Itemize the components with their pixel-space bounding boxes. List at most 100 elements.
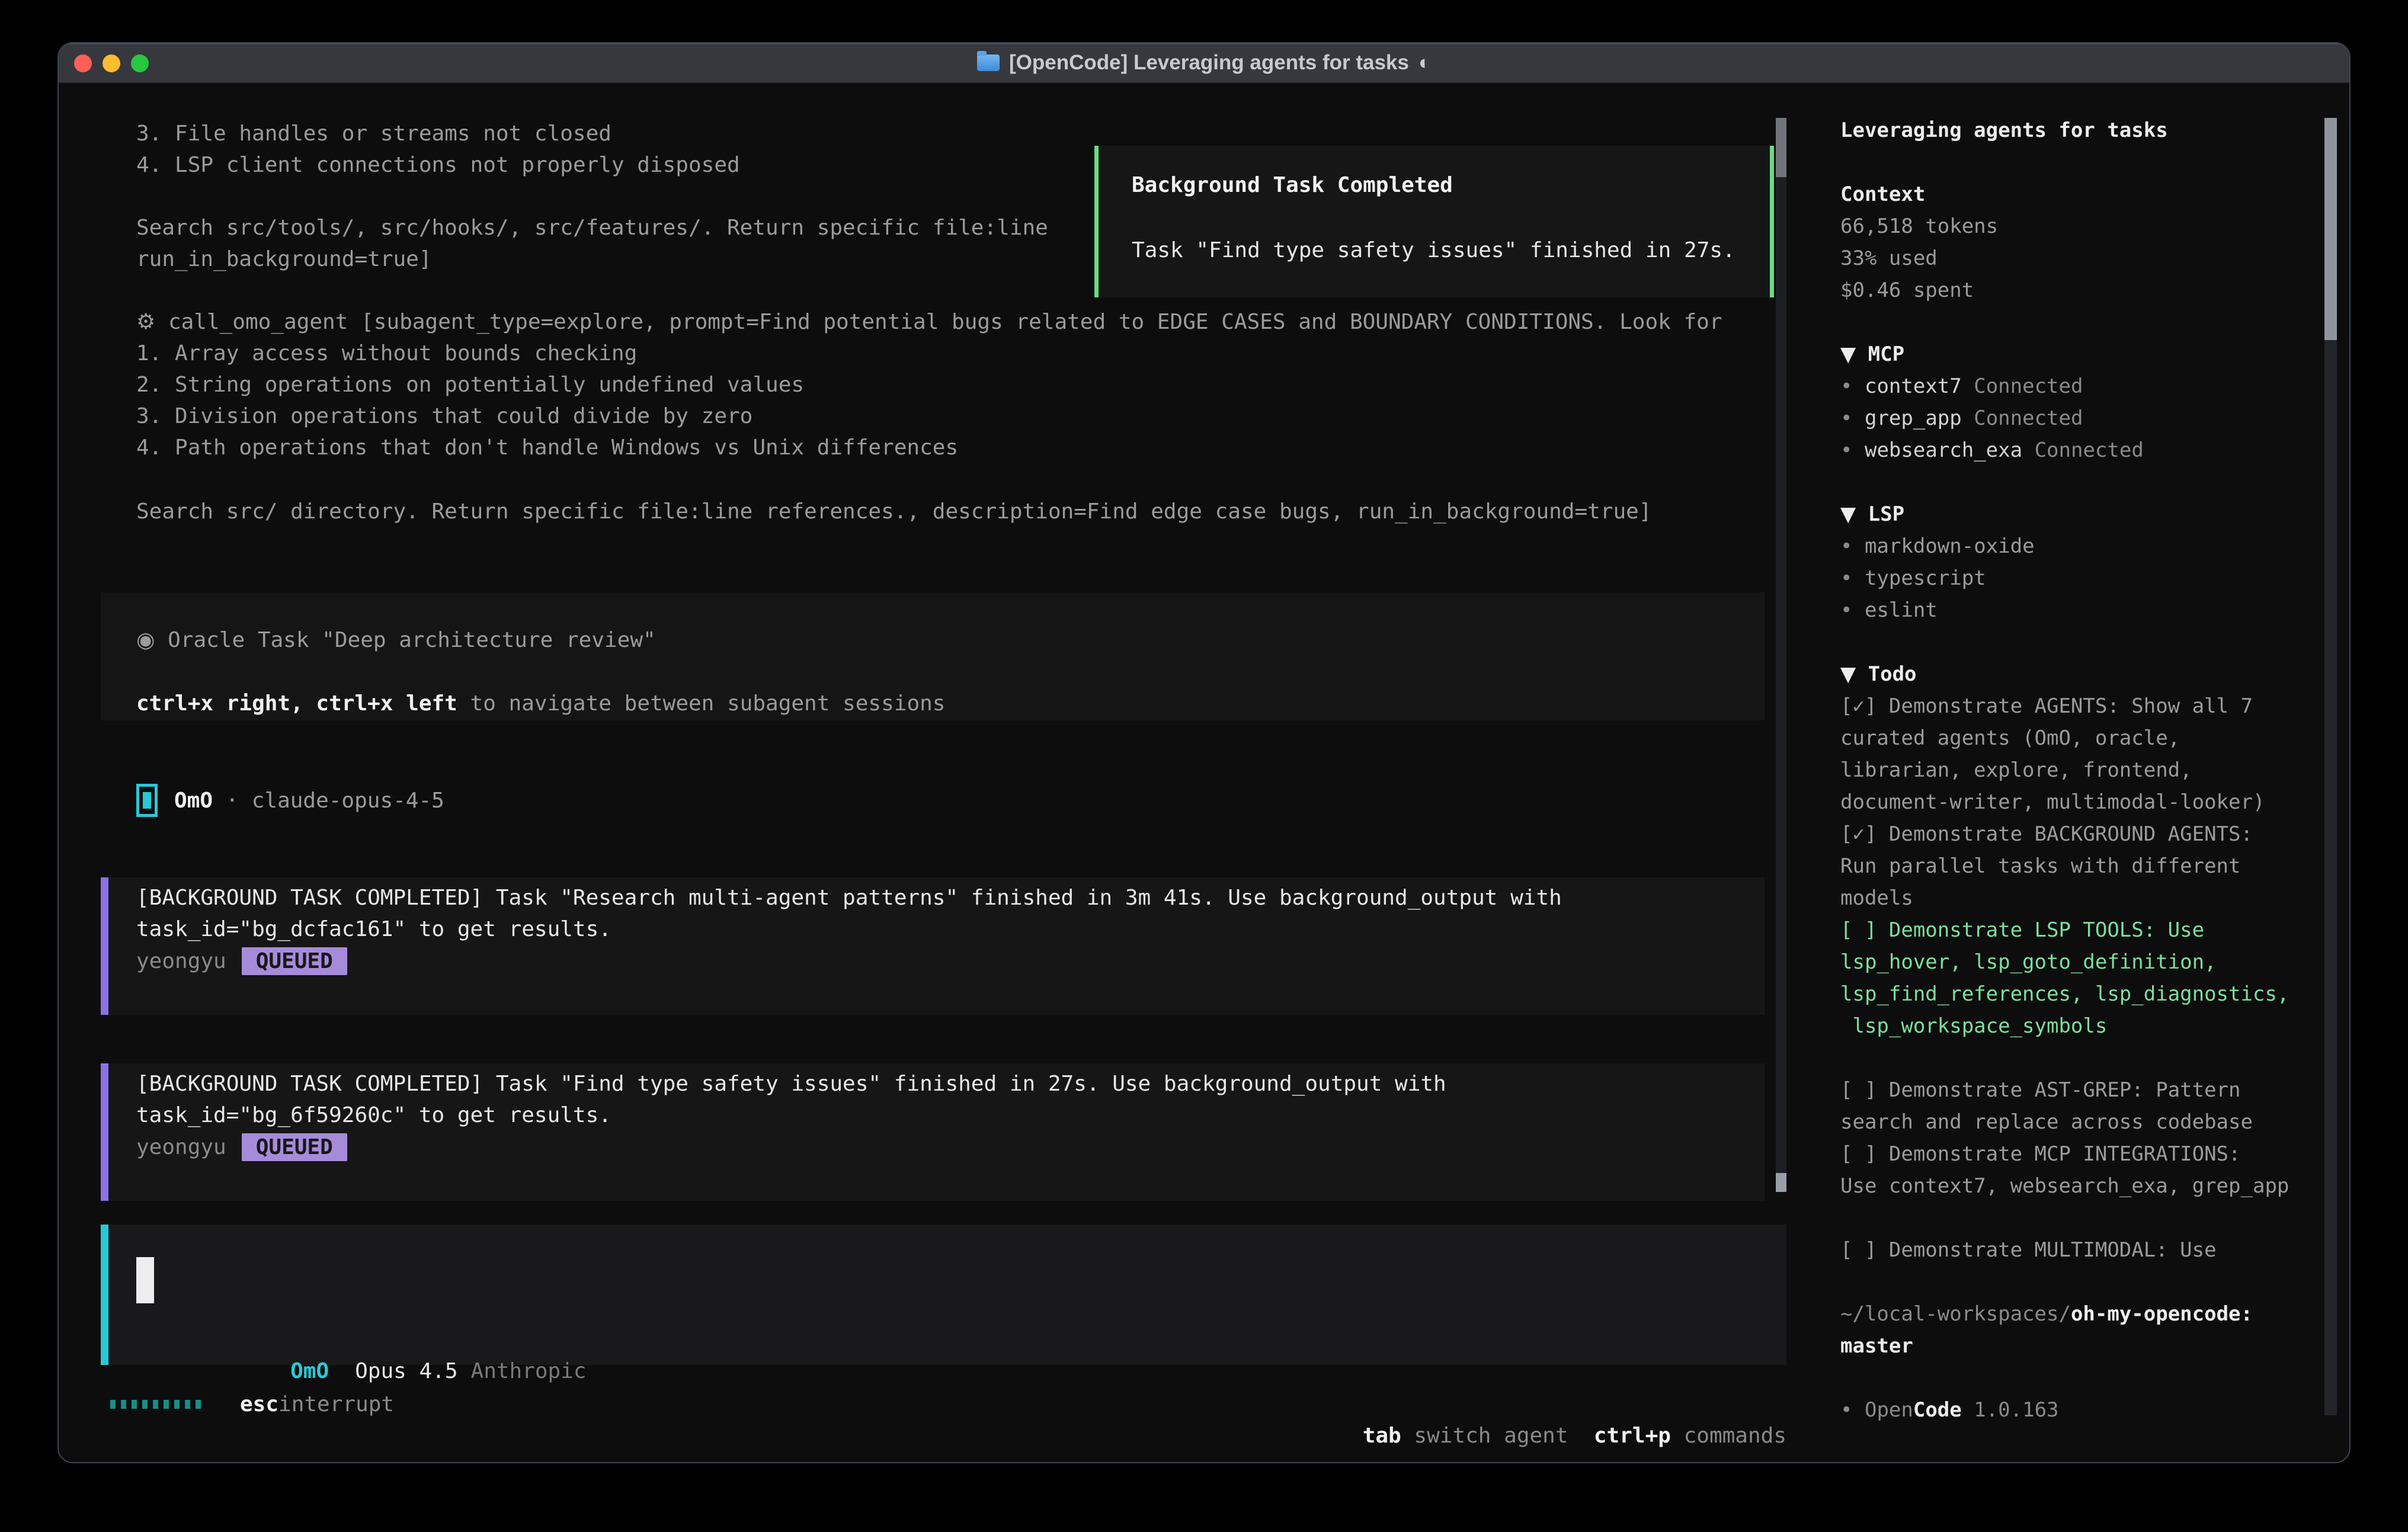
window-title-group: [OpenCode] Leveraging agents for tasks ◐	[977, 51, 1431, 75]
bullet-icon: •	[1840, 566, 1852, 590]
message-line: [BACKGROUND TASK COMPLETED] Task "Find t…	[136, 1068, 1765, 1100]
agent-model: claude-opus-4-5	[252, 789, 444, 813]
message-line: [BACKGROUND TASK COMPLETED] Task "Resear…	[136, 882, 1765, 914]
mcp-item-name: grep_app	[1865, 406, 1962, 430]
folder-icon	[977, 55, 1000, 71]
workspace-path-dim: ~/local-workspaces/	[1840, 1302, 2071, 1326]
todo-line: [ ] Demonstrate MULTIMODAL: Use	[1840, 1234, 2284, 1266]
context-used: 33% used	[1840, 242, 2284, 274]
toast-title: Background Task Completed	[1132, 169, 1753, 201]
footer-model-name: Opus 4.5	[355, 1359, 457, 1383]
footer-agent-name: OmO	[290, 1359, 329, 1383]
gear-icon: ⚙	[136, 310, 155, 334]
transcript-line: 4. LSP client connections not properly d…	[136, 149, 740, 181]
main-scrollbar-thumb[interactable]	[1776, 118, 1786, 177]
workspace-path: ~/local-workspaces/oh-my-opencode:	[1840, 1298, 2284, 1330]
context-heading: Context	[1840, 178, 2284, 210]
bullet-icon: •	[1840, 374, 1852, 398]
session-sidebar: Leveraging agents for tasks Context 66,5…	[1815, 84, 2349, 1462]
oracle-hint: ctrl+x right, ctrl+x left to navigate be…	[136, 688, 945, 719]
lsp-heading-label: LSP	[1868, 502, 1904, 526]
chevron-down-icon: ▼	[1840, 342, 1856, 366]
workspace-branch: master	[1840, 1330, 2284, 1362]
bullet-icon: •	[1840, 1398, 1852, 1422]
window-title: [OpenCode] Leveraging agents for tasks	[1009, 51, 1409, 75]
bug-list-item: 4. Path operations that don't handle Win…	[136, 432, 958, 463]
todo-heading-label: Todo	[1868, 662, 1917, 686]
oracle-task-label: ◉ Oracle Task "Deep architecture review"	[136, 624, 656, 656]
bullet-icon: •	[1840, 438, 1852, 462]
status-right: tab switch agent ctrl+p commands	[1209, 1389, 1786, 1420]
minimize-button[interactable]	[103, 55, 120, 72]
status-badge: QUEUED	[242, 947, 347, 975]
mcp-item-name: websearch_exa	[1865, 438, 2022, 462]
mcp-item: • websearch_exa Connected	[1840, 434, 2284, 466]
esc-key-label: interrupt	[278, 1392, 394, 1416]
traffic-lights	[59, 43, 149, 84]
workspace-repo-name: oh-my-opencode:	[2071, 1302, 2253, 1326]
tab-key-hint: tab	[1363, 1424, 1401, 1448]
todo-line: [ ] Demonstrate MCP INTEGRATIONS:	[1840, 1138, 2284, 1170]
todo-line: librarian, explore, frontend,	[1840, 754, 2284, 786]
transcript-line: Search src/ directory. Return specific f…	[136, 496, 1652, 527]
session-indicator-icon: ◐	[1418, 51, 1431, 75]
keybinding-text: ctrl+x right, ctrl+x left	[136, 691, 457, 716]
background-task-toast: Background Task Completed Task "Find typ…	[1094, 146, 1774, 297]
app-name-bold: Code	[1913, 1398, 1962, 1422]
text-cursor	[136, 1257, 154, 1303]
transcript-line: Search src/tools/, src/hooks/, src/featu…	[136, 212, 1048, 243]
todo-section-header[interactable]: ▼ Todo	[1840, 658, 2284, 690]
sidebar-scrollbar[interactable]	[2324, 118, 2337, 1415]
lsp-item-name: typescript	[1865, 566, 1986, 590]
todo-line-active: lsp_hover, lsp_goto_definition,	[1840, 946, 2284, 978]
message-author: yeongyu	[136, 949, 226, 973]
main-scrollbar[interactable]	[1776, 118, 1786, 1192]
hint-gap	[1568, 1424, 1594, 1448]
zoom-button[interactable]	[131, 55, 149, 72]
app-name-dim: Open	[1865, 1398, 1913, 1422]
toast-body: Task "Find type safety issues" finished …	[1132, 235, 1753, 266]
context-tokens: 66,518 tokens	[1840, 210, 2284, 242]
window-body: 3. File handles or streams not closed 4.…	[59, 84, 2349, 1462]
prompt-input[interactable]: OmOOpus 4.5Anthropic	[101, 1225, 1786, 1365]
todo-line: [✓] Demonstrate BACKGROUND AGENTS:	[1840, 818, 2284, 850]
lsp-item: • eslint	[1840, 594, 2284, 626]
bullet-icon: •	[1840, 534, 1852, 558]
bullet-icon: •	[1840, 598, 1852, 622]
bullet-icon: •	[1840, 406, 1852, 430]
footer-provider-name: Anthropic	[471, 1359, 587, 1383]
lsp-item: • markdown-oxide	[1840, 530, 2284, 562]
tab-key-label: switch agent	[1401, 1424, 1568, 1448]
transcript-line: run_in_background=true]	[136, 243, 432, 275]
mcp-item-name: context7	[1865, 374, 1962, 398]
mcp-item-status: Connected	[2035, 438, 2144, 462]
lsp-section-header[interactable]: ▼ LSP	[1840, 498, 2284, 530]
todo-line: models	[1840, 882, 2284, 914]
app-version-number: 1.0.163	[1962, 1398, 2059, 1422]
todo-line: [ ] Demonstrate AST-GREP: Pattern	[1840, 1074, 2284, 1106]
window-titlebar[interactable]: [OpenCode] Leveraging agents for tasks ◐	[59, 43, 2349, 84]
mcp-section-header[interactable]: ▼ MCP	[1840, 338, 2284, 370]
todo-line: document-writer, multimodal-looker)	[1840, 786, 2284, 818]
todo-line: search and replace across codebase	[1840, 1106, 2284, 1138]
todo-line: [✓] Demonstrate AGENTS: Show all 7	[1840, 690, 2284, 722]
status-left: esc interrupt	[110, 1389, 394, 1420]
todo-line: curated agents (OmO, oracle,	[1840, 722, 2284, 754]
version-line: • OpenCode 1.0.163	[1840, 1394, 2284, 1426]
main-scrollbar-thumb-bottom[interactable]	[1776, 1173, 1786, 1192]
mcp-heading-label: MCP	[1868, 342, 1904, 366]
oracle-task-panel: ◉ Oracle Task "Deep architecture review"…	[101, 592, 1765, 720]
background-task-message: [BACKGROUND TASK COMPLETED] Task "Find t…	[101, 1063, 1765, 1201]
chevron-down-icon: ▼	[1840, 502, 1856, 526]
todo-line-active: lsp_find_references, lsp_diagnostics,	[1840, 978, 2284, 1010]
commands-key-hint: ctrl+p	[1594, 1424, 1671, 1448]
input-model-footer: OmOOpus 4.5Anthropic	[136, 1324, 587, 1355]
mcp-item-status: Connected	[1974, 406, 2083, 430]
sidebar-scrollbar-thumb[interactable]	[2324, 118, 2337, 340]
todo-line: Use context7, websearch_exa, grep_app	[1840, 1170, 2284, 1202]
hint-text: to navigate between subagent sessions	[457, 691, 946, 716]
fisheye-icon: ◉	[136, 628, 155, 652]
close-button[interactable]	[74, 55, 92, 72]
status-bar: esc interrupt tab switch agent ctrl+p co…	[59, 1389, 1818, 1420]
todo-line-active: lsp_workspace_symbols	[1840, 1010, 2284, 1042]
